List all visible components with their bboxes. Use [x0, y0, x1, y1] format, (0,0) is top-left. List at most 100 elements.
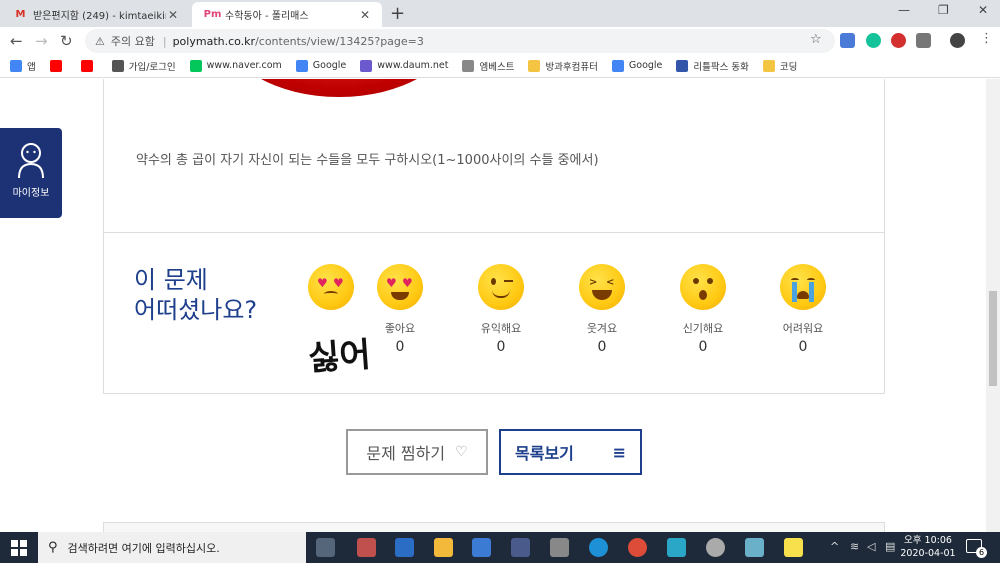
- reaction-amazing[interactable]: 신기해요 0: [668, 264, 738, 355]
- divider: [104, 232, 884, 233]
- reaction-like[interactable]: ♥ ♥ 좋아요 0: [365, 264, 435, 355]
- reload-icon[interactable]: ↻: [60, 32, 73, 50]
- close-window-icon[interactable]: ✕: [978, 3, 988, 17]
- reaction-title: 이 문제 어떠셨나요?: [134, 265, 257, 325]
- folder-icon: [528, 59, 541, 72]
- apps-icon: [10, 59, 22, 72]
- volume-icon[interactable]: ◁: [867, 540, 875, 553]
- close-icon[interactable]: ✕: [166, 8, 180, 22]
- search-icon: ⚲: [48, 540, 58, 555]
- handwritten-note: 싫어: [306, 334, 373, 380]
- bookmark-star-icon[interactable]: ☆: [810, 32, 822, 47]
- reaction-count: 0: [395, 339, 405, 355]
- reaction-count: 0: [798, 339, 808, 355]
- profile-avatar[interactable]: [950, 33, 965, 48]
- clock[interactable]: 오후 10:06 2020-04-01: [898, 534, 958, 560]
- address-bar[interactable]: ⚠ 주의 요함 | polymath.co.kr /contents/view/…: [85, 29, 835, 53]
- mail-icon[interactable]: [395, 538, 414, 557]
- wifi-icon[interactable]: ≋: [850, 540, 859, 553]
- bookmark-item[interactable]: Google: [295, 59, 346, 72]
- littlefox-icon: [676, 59, 689, 72]
- bookmark-item[interactable]: 리틀팍스 동화: [676, 59, 749, 73]
- kakaotalk-icon[interactable]: [784, 538, 803, 557]
- bookmark-item[interactable]: [49, 59, 67, 72]
- calculator-icon[interactable]: [550, 538, 569, 557]
- paint-icon[interactable]: [357, 538, 376, 557]
- task-view-icon[interactable]: [316, 538, 335, 557]
- reaction-title-line: 이 문제: [134, 266, 208, 294]
- search-placeholder: 검색하려면 여기에 입력하십시오.: [67, 541, 220, 555]
- wink-icon: [478, 264, 524, 310]
- bookmark-item[interactable]: www.daum.net: [360, 59, 449, 72]
- bookmark-item[interactable]: [80, 59, 98, 72]
- bookmark-item[interactable]: 코딩: [762, 59, 797, 73]
- url-path: /contents/view/13425?page=3: [255, 34, 424, 48]
- windows-start-icon[interactable]: [0, 532, 38, 563]
- vertical-scrollbar[interactable]: [986, 79, 1000, 532]
- url-host: polymath.co.kr: [172, 34, 256, 48]
- notepad-icon[interactable]: [745, 538, 764, 557]
- list-view-label: 목록보기: [515, 444, 574, 463]
- page-icon: [462, 59, 475, 72]
- daum-icon: [360, 59, 373, 72]
- reaction-count: 0: [698, 339, 708, 355]
- scroll-thumb[interactable]: [989, 291, 997, 386]
- internet-explorer-icon[interactable]: [589, 538, 608, 557]
- translate-extension-icon[interactable]: [840, 33, 855, 48]
- reaction-useful[interactable]: 유익해요 0: [466, 264, 536, 355]
- bookmark-item[interactable]: 엠베스트: [462, 59, 514, 73]
- reaction-difficult[interactable]: 어려워요 0: [768, 264, 838, 355]
- grammarly-extension-icon[interactable]: [866, 33, 881, 48]
- store-icon[interactable]: [472, 538, 491, 557]
- cast-extension-icon[interactable]: [916, 33, 931, 48]
- bookmark-item[interactable]: www.naver.com: [189, 59, 282, 72]
- tab-gmail[interactable]: M 받은편지함 (249) - kimtaeikimta ✕: [0, 2, 190, 27]
- surprised-icon: [680, 264, 726, 310]
- google-icon: [295, 59, 308, 72]
- tab-strip: M 받은편지함 (249) - kimtaeikimta ✕ Pm 수학동아 -…: [0, 0, 1000, 27]
- back-icon[interactable]: ←: [10, 32, 23, 50]
- folder-icon: [762, 59, 775, 72]
- bookmark-item[interactable]: Google: [611, 59, 662, 72]
- question-text: 약수의 총 곱이 자기 자신이 되는 수들을 모두 구하시오(1~1000사이의…: [136, 153, 599, 168]
- polymath-icon: Pm: [203, 9, 222, 20]
- adblock-extension-icon[interactable]: [891, 33, 906, 48]
- google-icon: [611, 59, 624, 72]
- problem-card: 약수의 총 곱이 자기 자신이 되는 수들을 모두 구하시오(1~1000사이의…: [103, 79, 885, 394]
- dev-cpp-icon[interactable]: [511, 538, 530, 557]
- crying-icon: [780, 264, 826, 310]
- chrome-icon[interactable]: [628, 538, 647, 557]
- close-icon[interactable]: ✕: [358, 8, 372, 22]
- warning-icon[interactable]: ⚠: [95, 35, 105, 48]
- bookmark-label: www.daum.net: [377, 60, 449, 71]
- bookmark-item[interactable]: 가입/로그인: [111, 59, 176, 73]
- reaction-count: 0: [496, 339, 506, 355]
- file-explorer-icon[interactable]: [434, 538, 453, 557]
- settings-icon[interactable]: [706, 538, 725, 557]
- chevron-up-icon[interactable]: ^: [830, 540, 839, 553]
- minimize-icon[interactable]: —: [898, 3, 910, 17]
- bookmark-item[interactable]: 방과후컴퓨터: [528, 59, 598, 73]
- reaction-count: 0: [597, 339, 607, 355]
- notification-icon[interactable]: 6: [966, 539, 987, 558]
- reaction-label: 어려워요: [782, 322, 824, 335]
- taskbar-search[interactable]: ⚲ 검색하려면 여기에 입력하십시오.: [38, 532, 306, 563]
- reaction-label: 유익해요: [480, 322, 522, 335]
- forward-icon[interactable]: →: [35, 32, 48, 50]
- bookmark-item[interactable]: 앱: [10, 59, 36, 73]
- next-card: [103, 522, 885, 532]
- youtube-icon: [49, 59, 62, 72]
- new-tab-button[interactable]: +: [390, 3, 405, 24]
- keyboard-icon[interactable]: ▤: [885, 540, 895, 553]
- menu-icon[interactable]: ⋮: [980, 31, 993, 46]
- myinfo-button[interactable]: 마이정보: [0, 128, 62, 218]
- reaction-funny[interactable]: > < 웃겨요 0: [567, 264, 637, 355]
- list-view-button[interactable]: 목록보기 ≡: [499, 429, 642, 475]
- tab-polymath[interactable]: Pm 수학동아 - 폴리매스 ✕: [192, 2, 382, 27]
- restore-icon[interactable]: ❐: [938, 3, 949, 17]
- clock-time: 오후 10:06: [904, 535, 952, 546]
- app-icon[interactable]: [667, 538, 686, 557]
- bookmark-problem-button[interactable]: 문제 찜하기 ♡: [346, 429, 488, 475]
- myinfo-label: 마이정보: [12, 188, 50, 199]
- tab-title: 수학동아 - 폴리매스: [225, 11, 309, 22]
